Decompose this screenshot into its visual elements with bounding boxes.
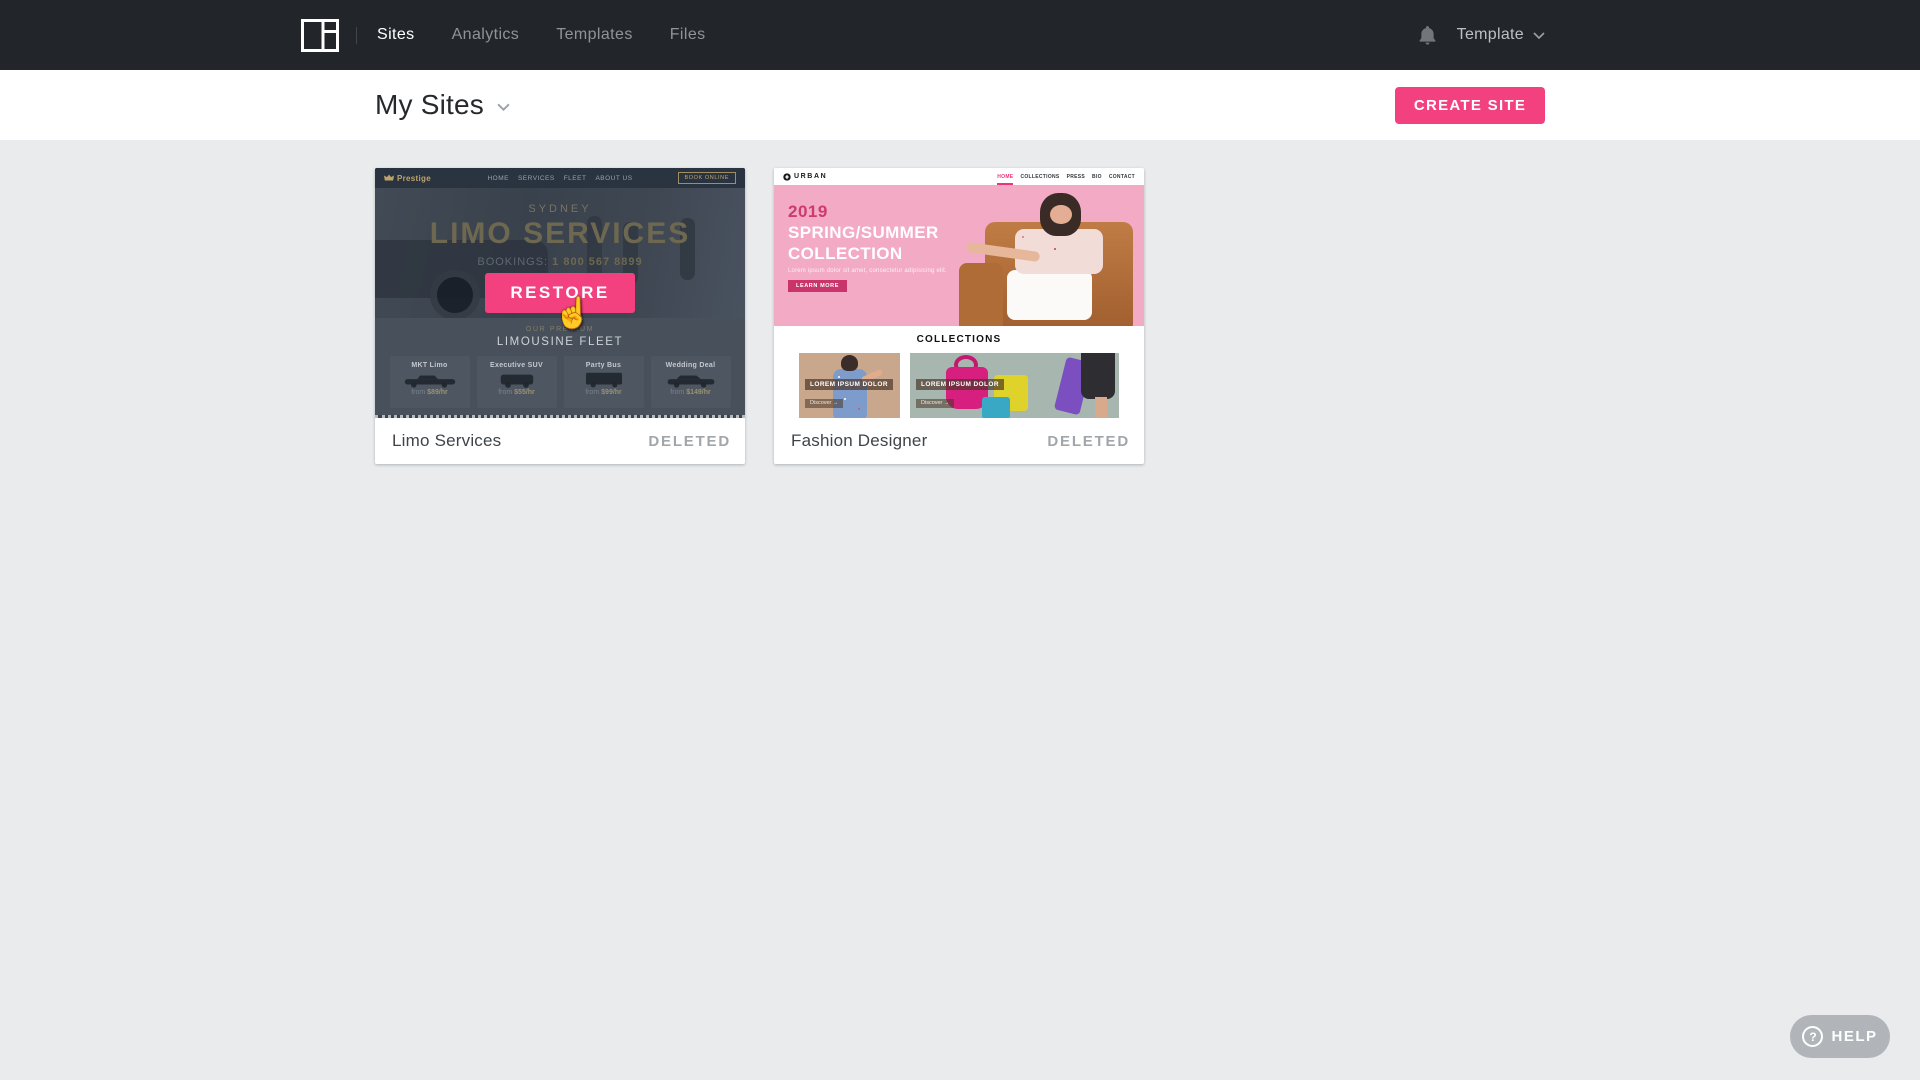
thumb-fashion-brand: URBAN [783,173,827,181]
status-badge: DELETED [648,433,731,450]
primary-nav: Sites Analytics Templates Files [377,26,706,44]
site-card-fashion-designer[interactable]: URBAN HOME COLLECTIONS PRESS BIO CONTACT [774,168,1144,464]
fashion-photo-shape [841,355,858,371]
thumb-limo-nav: HOME SERVICES FLEET ABOUT US [487,175,632,182]
fleet-tile: Executive SUV from $55/hr [477,356,557,408]
fashion-photo-shape [1007,270,1092,321]
limo-photo-shape [430,270,480,320]
site-thumbnail: URBAN HOME COLLECTIONS PRESS BIO CONTACT [774,168,1144,418]
thumb-limo-fleet-section: OUR PREMIUM LIMOUSINE FLEET MKT Limo fro… [375,318,745,415]
thumb-fashion-hero-text: 2019 SPRING/SUMMER COLLECTION Lorem ipsu… [788,202,947,292]
layout-grid-logo[interactable] [301,19,339,52]
limo-icon [402,371,458,389]
status-badge: DELETED [1047,433,1130,450]
help-button[interactable]: ? HELP [1790,1015,1890,1058]
fashion-photo-shape [1095,397,1107,418]
my-sites-dropdown[interactable]: My Sites [375,89,510,121]
nav-item-files[interactable]: Files [670,26,706,44]
page-title: My Sites [375,89,484,121]
crown-icon [384,174,394,182]
gem-icon [783,173,791,181]
site-card-footer: Limo Services DELETED [375,418,745,464]
create-site-button[interactable]: CREATE SITE [1395,87,1545,124]
main-content: Prestige HOME SERVICES FLEET ABOUT US BO… [0,140,1920,1080]
nav-item-templates[interactable]: Templates [556,26,633,44]
help-button-label: HELP [1831,1028,1877,1045]
thumb-fashion-collections: COLLECTIONS LOREM IPSUM DOLOR Discover → [774,326,1144,418]
question-mark-icon: ? [1802,1026,1823,1047]
thumb-limo-brand: Prestige [384,174,431,183]
thumb-learn-more-chip: LEARN MORE [788,280,847,292]
thumb-fashion-header: URBAN HOME COLLECTIONS PRESS BIO CONTACT [774,168,1144,185]
fleet-tile: MKT Limo from $89/hr [390,356,470,408]
site-card-footer: Fashion Designer DELETED [774,418,1144,464]
site-name: Limo Services [392,431,501,451]
fashion-photo-shape [1050,205,1072,225]
fleet-tile: Party Bus from $99/hr [564,356,644,408]
restore-button[interactable]: RESTORE [485,273,635,313]
fashion-photo-shape [959,263,1003,334]
top-bar: Sites Analytics Templates Files Template [0,0,1920,70]
thumb-fashion-hero: 2019 SPRING/SUMMER COLLECTION Lorem ipsu… [774,185,1144,326]
fleet-tile: Wedding Deal from $149/hr [651,356,731,408]
collection-tile: LOREM IPSUM DOLOR Discover → [799,353,900,418]
topbar-divider [356,27,357,44]
chevron-down-icon [1533,32,1545,39]
bus-icon [576,371,632,389]
thumb-limo-header: Prestige HOME SERVICES FLEET ABOUT US BO… [375,168,745,188]
account-menu-label: Template [1457,26,1524,44]
nav-item-sites[interactable]: Sites [377,26,415,44]
nav-item-analytics[interactable]: Analytics [452,26,520,44]
suv-icon [489,371,545,389]
site-name: Fashion Designer [791,431,927,451]
fashion-photo-shape [1081,353,1115,399]
thumb-limo-hero-text: SYDNEY LIMO SERVICES BOOKINGS: 1 800 567… [375,188,745,268]
thumb-fashion-nav: HOME COLLECTIONS PRESS BIO CONTACT [997,174,1135,180]
chevron-down-icon [497,103,510,111]
site-thumbnail: Prestige HOME SERVICES FLEET ABOUT US BO… [375,168,745,418]
topbar-right: Template [1419,26,1545,45]
site-card-limo-services[interactable]: Prestige HOME SERVICES FLEET ABOUT US BO… [375,168,745,464]
sedan-icon [663,371,719,389]
collection-tile: LOREM IPSUM DOLOR Discover → [910,353,1119,418]
thumb-limo-cta: BOOK ONLINE [678,172,737,184]
account-menu[interactable]: Template [1457,26,1545,44]
bell-icon[interactable] [1419,26,1436,45]
page-header: My Sites CREATE SITE [0,70,1920,140]
site-cards-row: Prestige HOME SERVICES FLEET ABOUT US BO… [375,168,1545,464]
